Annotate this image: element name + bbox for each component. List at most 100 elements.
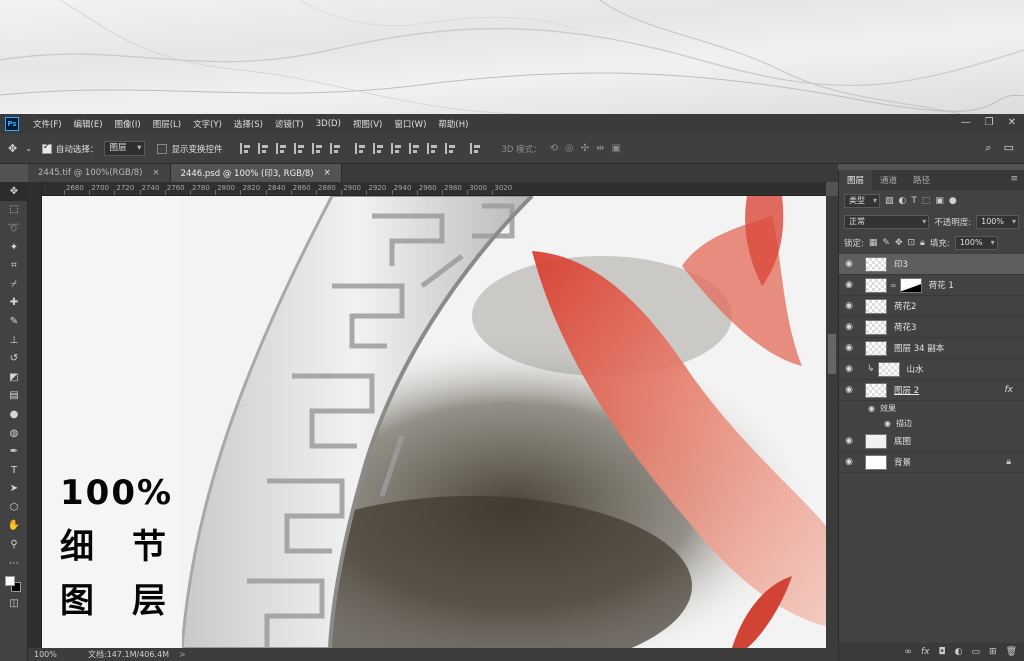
search-icon[interactable]: ⌕ <box>985 141 991 155</box>
align-top-icon[interactable] <box>240 143 251 154</box>
more-tools-icon[interactable]: ⋯ <box>0 554 28 573</box>
layer-mask-thumbnail[interactable] <box>899 277 922 293</box>
eye-icon[interactable]: ◉ <box>839 259 859 269</box>
chevron-down-icon[interactable]: ⌄ <box>25 144 32 153</box>
eye-icon[interactable]: ◉ <box>839 343 859 353</box>
layer-row-background[interactable]: ◉ 背景 🔒︎ <box>839 452 1024 473</box>
menu-view[interactable]: 视图(V) <box>347 118 388 130</box>
color-swatches[interactable] <box>0 572 27 594</box>
eye-icon[interactable]: ◉ <box>839 419 891 428</box>
pen-tool-icon[interactable]: ✒ <box>0 442 28 461</box>
minimize-button[interactable]: — <box>961 117 971 128</box>
type-tool-icon[interactable]: T <box>0 461 28 480</box>
eye-icon[interactable]: ◉ <box>839 280 859 290</box>
eyedropper-tool-icon[interactable]: ⌿ <box>0 275 28 294</box>
link-layers-icon[interactable]: ∞ <box>905 647 913 657</box>
menu-filter[interactable]: 滤镜(T) <box>269 118 310 130</box>
layer-row-lotus1[interactable]: ◉ ∞ 荷花 1 <box>839 275 1024 296</box>
distribute-right-icon[interactable] <box>445 143 456 154</box>
filter-pixel-icon[interactable]: ▧ <box>885 196 894 206</box>
vertical-scrollbar[interactable] <box>826 196 838 648</box>
distribute-top-icon[interactable] <box>355 143 366 154</box>
tab-channels[interactable]: 通道 <box>872 170 905 190</box>
new-group-icon[interactable]: ▭ <box>972 647 981 657</box>
menu-3d[interactable]: 3D(D) <box>310 119 347 129</box>
marquee-tool-icon[interactable]: ⬚ <box>0 201 28 220</box>
align-right-icon[interactable] <box>330 143 341 154</box>
blend-mode-dropdown[interactable]: 正常 <box>844 214 930 229</box>
opacity-input[interactable]: 100% <box>976 214 1019 229</box>
eye-icon[interactable]: ◉ <box>839 404 875 413</box>
menu-image[interactable]: 图像(I) <box>109 118 147 130</box>
blur-tool-icon[interactable]: ● <box>0 405 28 424</box>
3d-pan-icon[interactable]: ✣ <box>581 143 589 154</box>
layer-row-lotus3[interactable]: ◉ 荷花3 <box>839 317 1024 338</box>
close-button[interactable]: ✕ <box>1008 117 1016 128</box>
add-mask-icon[interactable]: ◘ <box>939 647 946 657</box>
3d-scale-icon[interactable]: ▣ <box>612 143 621 154</box>
panel-menu-icon[interactable]: ≡ <box>1010 174 1018 184</box>
eye-icon[interactable]: ◉ <box>839 436 859 446</box>
fill-input[interactable]: 100% <box>954 235 998 250</box>
history-brush-tool-icon[interactable]: ↺ <box>0 349 28 368</box>
scrollbar-thumb[interactable] <box>828 334 836 374</box>
show-transform-checkbox[interactable] <box>157 143 168 154</box>
auto-select-target-dropdown[interactable]: 图层 <box>104 141 146 156</box>
move-tool-icon[interactable]: ✥ <box>0 182 28 201</box>
tab-document-2445[interactable]: 2445.tif @ 100%(RGB/8) × <box>28 164 171 182</box>
tab-paths[interactable]: 路径 <box>905 170 938 190</box>
auto-select-checkbox[interactable] <box>41 142 52 154</box>
restore-button[interactable]: ❐ <box>985 117 994 128</box>
foreground-color-swatch[interactable] <box>5 576 15 587</box>
menu-file[interactable]: 文件(F) <box>27 118 68 130</box>
close-icon[interactable]: × <box>152 168 159 178</box>
lasso-tool-icon[interactable]: ➰ <box>0 219 28 238</box>
eye-icon[interactable]: ◉ <box>839 364 859 374</box>
layer-kind-filter[interactable]: 类型 <box>844 193 880 208</box>
distribute-vcenter-icon[interactable] <box>373 143 384 154</box>
gradient-tool-icon[interactable]: ▤ <box>0 387 28 406</box>
filter-type-icon[interactable]: T <box>911 196 917 206</box>
eye-icon[interactable]: ◉ <box>839 385 859 395</box>
lock-pixels-icon[interactable]: ✎ <box>882 238 890 248</box>
distribute-hcenter-icon[interactable] <box>427 143 438 154</box>
eye-icon[interactable]: ◉ <box>839 457 859 467</box>
crop-tool-icon[interactable]: ⌗ <box>0 256 28 275</box>
align-vcenter-icon[interactable] <box>258 143 269 154</box>
add-style-icon[interactable]: fx <box>921 647 930 657</box>
layer-row-yin3[interactable]: ◉ 印3 <box>839 254 1024 275</box>
distribute-bottom-icon[interactable] <box>391 143 402 154</box>
eye-icon[interactable]: ◉ <box>839 322 859 332</box>
distribute-left-icon[interactable] <box>409 143 420 154</box>
menu-window[interactable]: 窗口(W) <box>388 118 432 130</box>
layer-effects-icon[interactable]: fx <box>1005 385 1014 395</box>
workspace-icon[interactable]: ▭ <box>1004 141 1014 155</box>
close-icon[interactable]: × <box>324 168 331 178</box>
3d-roll-icon[interactable]: ◎ <box>565 143 574 154</box>
shape-tool-icon[interactable]: ⬡ <box>0 498 28 517</box>
filter-shape-icon[interactable]: ⬚ <box>922 196 931 206</box>
effects-group[interactable]: ◉ 效果 <box>839 401 1024 416</box>
new-adjustment-icon[interactable]: ◐ <box>955 647 963 657</box>
dodge-tool-icon[interactable]: ◍ <box>0 424 28 443</box>
3d-slide-icon[interactable]: ⇹ <box>596 143 604 154</box>
layer-row-ditu[interactable]: ◉ 底图 <box>839 431 1024 452</box>
magic-wand-tool-icon[interactable]: ✦ <box>0 238 28 257</box>
menu-type[interactable]: 文字(Y) <box>187 118 228 130</box>
lock-position-icon[interactable]: ✥ <box>895 238 903 248</box>
status-menu-arrow[interactable]: > <box>179 650 186 659</box>
menu-help[interactable]: 帮助(H) <box>432 118 474 130</box>
hand-tool-icon[interactable]: ✋ <box>0 517 28 536</box>
brush-tool-icon[interactable]: ✎ <box>0 312 28 331</box>
layer-row-shanshui[interactable]: ◉ ↳ 山水 <box>839 359 1024 380</box>
tab-layers[interactable]: 图层 <box>839 170 873 190</box>
lock-all-icon[interactable]: 🔒︎ <box>920 238 925 248</box>
align-hcenter-icon[interactable] <box>312 143 323 154</box>
stamp-tool-icon[interactable]: ⊥ <box>0 331 28 350</box>
eye-icon[interactable]: ◉ <box>839 301 859 311</box>
menu-edit[interactable]: 编辑(E) <box>68 118 109 130</box>
eraser-tool-icon[interactable]: ◩ <box>0 368 28 387</box>
auto-align-icon[interactable] <box>470 143 481 154</box>
document-canvas[interactable]: 100% 细节 图层 <box>42 196 826 648</box>
layer-row-layer2[interactable]: ◉ 图层 2 fx <box>839 380 1024 401</box>
